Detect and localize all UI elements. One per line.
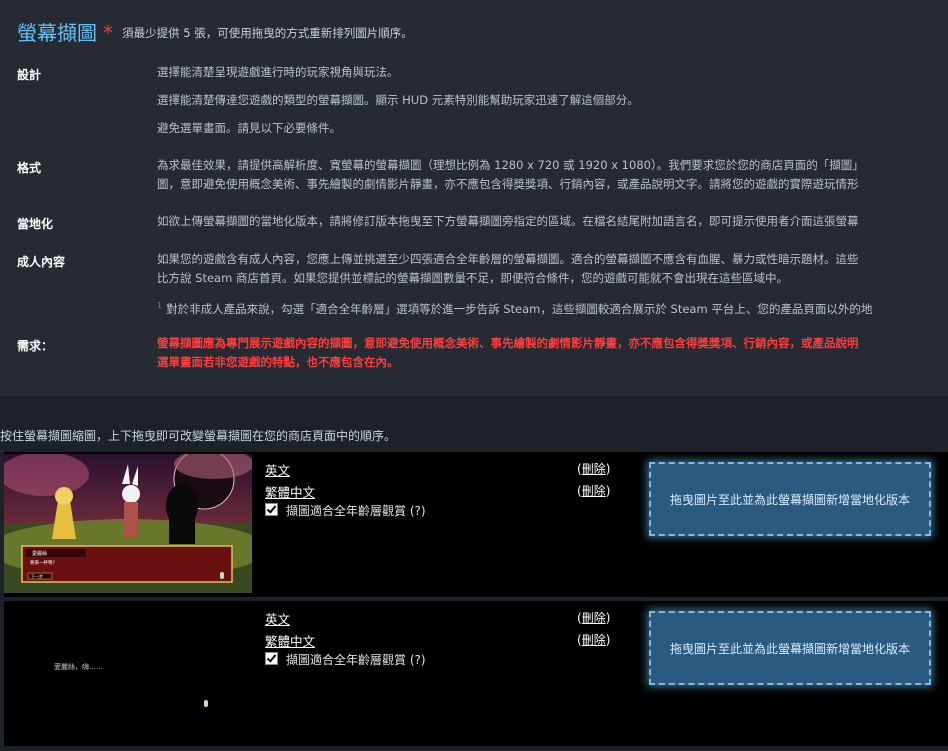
screenshot-row[interactable]: 愛麗絲 要來一杯嗎？ 下一步 英文 (刪除) 繁體中文 (刪除) 擷圖適合全年齡… [4, 452, 948, 597]
design-label: 設計 [17, 68, 42, 82]
adult-label: 成人內容 [17, 255, 66, 269]
localization-dropzone[interactable]: 拖曳圖片至此並為此螢幕擷圖新增當地化版本 [649, 462, 931, 536]
format-line-2: 圖，意即避免使用概念美術、事先繪製的劇情影片靜畫，亦不應包含得獎獎項、行銷內容，… [157, 177, 859, 191]
all-ages-checkbox[interactable] [265, 503, 278, 516]
section-subtitle: 須最少提供 5 張，可使用拖曳的方式重新排列圖片順序。 [122, 26, 413, 40]
thumb-dialog-name: 愛麗絲 [32, 550, 47, 557]
language-link-english[interactable]: 英文 [265, 609, 290, 628]
localization-line-1: 如欲上傳螢幕擷圖的當地化版本，請將修訂版本拖曳至下方螢幕擷圖旁指定的區域。在檔名… [157, 214, 859, 228]
page: 螢幕擷圖 * 須最少提供 5 張，可使用拖曳的方式重新排列圖片順序。 設計 選擇能… [0, 0, 948, 751]
demand-line-1: 螢幕擷圖應為專門展示遊戲內容的擷圖，意即避免使用概念美術、事先繪製的劇情影片靜畫… [157, 336, 859, 350]
thumb-dialog-line: 要來一杯嗎？ [30, 559, 57, 566]
delete-link-text[interactable]: 刪除 [582, 484, 606, 498]
design-line-2: 選擇能清楚傳達您遊戲的類型的螢幕擷圖。顯示 HUD 元素特別能幫助玩家迅速了解這… [157, 93, 639, 107]
delete-link-text[interactable]: 刪除 [582, 462, 606, 476]
adult-line-1: 如果您的遊戲含有成人內容，您應上傳並挑選至少四張適合全年齡層的螢幕擷圖。適合的螢… [157, 252, 859, 266]
localization-dropzone[interactable]: 拖曳圖片至此並為此螢幕擷圖新增當地化版本 [649, 611, 931, 685]
demand-label: 需求： [17, 339, 54, 353]
requirements-panel: 螢幕擷圖 * 須最少提供 5 張，可使用拖曳的方式重新排列圖片順序。 設計 選擇能… [0, 0, 948, 396]
all-ages-checkbox-row[interactable]: 擷圖適合全年齡層觀賞 (?) [265, 651, 426, 668]
screenshot-thumbnail[interactable]: 愛麗絲，嗨…… [4, 603, 252, 742]
format-label: 格式 [17, 161, 42, 175]
all-ages-checkbox[interactable] [265, 652, 278, 665]
delete-traditional-chinese[interactable]: (刪除) [577, 631, 610, 648]
adult-footnote: 1 對於非成人產品來說，勾選「適合全年齡層」選項等於進一步告訴 Steam，這些擷… [157, 296, 872, 319]
adult-line-2: 比方說 Steam 商店首頁。如果您提供並標記的螢幕擷圖數量不足，即便符合條件，… [157, 271, 788, 285]
delete-link-text[interactable]: 刪除 [582, 611, 606, 625]
thumbnail-image: 愛麗絲 要來一杯嗎？ 下一步 [4, 454, 252, 593]
reorder-instruction: 按住螢幕擷圖縮圖，上下拖曳即可改變螢幕擷圖在您的商店頁面中的順序。 [0, 429, 397, 443]
delete-link-text[interactable]: 刪除 [582, 633, 606, 647]
thumb-caption: 愛麗絲，嗨…… [54, 663, 103, 671]
design-line-3: 避免選單畫面。請見以下必要條件。 [157, 121, 341, 135]
all-ages-checkbox-label: 擷圖適合全年齡層觀賞 (?) [286, 653, 426, 667]
section-header: 螢幕擷圖 * 須最少提供 5 張，可使用拖曳的方式重新排列圖片順序。 [17, 17, 413, 46]
screenshot-row[interactable]: 愛麗絲，嗨…… 英文 (刪除) 繁體中文 (刪除) 擷圖適合全年齡層觀賞 (?)… [4, 601, 948, 746]
language-link-traditional-chinese[interactable]: 繁體中文 [265, 631, 315, 650]
all-ages-checkbox-row[interactable]: 擷圖適合全年齡層觀賞 (?) [265, 502, 426, 519]
required-star: * [103, 21, 113, 45]
demand-line-2: 選單畫面若非您遊戲的特點，也不應包含在內。 [157, 355, 399, 369]
delete-traditional-chinese[interactable]: (刪除) [577, 482, 610, 499]
design-line-1: 選擇能清楚呈現遊戲進行時的玩家視角與玩法。 [157, 65, 399, 79]
thumb-dialog-button: 下一步 [31, 573, 43, 579]
language-link-english[interactable]: 英文 [265, 460, 290, 479]
delete-english[interactable]: (刪除) [577, 609, 610, 626]
language-link-traditional-chinese[interactable]: 繁體中文 [265, 482, 315, 501]
delete-english[interactable]: (刪除) [577, 460, 610, 477]
all-ages-checkbox-label: 擷圖適合全年齡層觀賞 (?) [286, 504, 426, 518]
section-title: 螢幕擷圖 [17, 21, 97, 45]
format-line-1: 為求最佳效果，請提供高解析度、寬螢幕的螢幕擷圖（理想比例為 1280 x 720… [157, 158, 864, 172]
localization-label: 當地化 [17, 217, 54, 231]
thumb-cursor-icon [204, 700, 208, 707]
screenshot-thumbnail[interactable]: 愛麗絲 要來一杯嗎？ 下一步 [4, 454, 252, 593]
footnote-mark: 1 [157, 301, 163, 310]
footnote-text: 對於非成人產品來說，勾選「適合全年齡層」選項等於進一步告訴 Steam，這些擷圖… [166, 301, 873, 316]
